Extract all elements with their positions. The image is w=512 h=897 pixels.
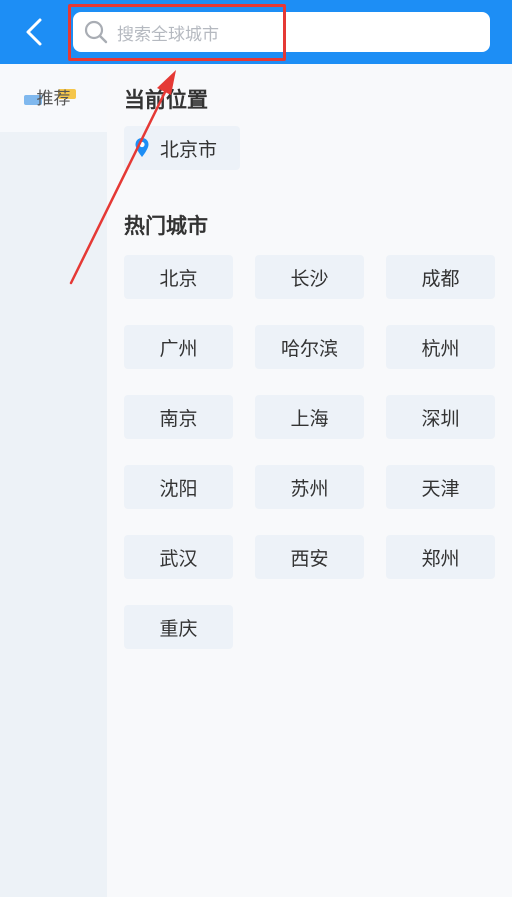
search-icon (84, 20, 108, 44)
city-button[interactable]: 上海 (255, 395, 364, 439)
search-input[interactable]: 搜索全球城市 (73, 12, 490, 52)
city-button[interactable]: 成都 (386, 255, 495, 299)
current-location-title: 当前位置 (124, 88, 208, 112)
chevron-left-icon (26, 18, 42, 46)
city-button[interactable]: 西安 (255, 535, 364, 579)
top-bar: 搜索全球城市 (0, 0, 512, 64)
hot-cities-title: 热门城市 (124, 214, 208, 238)
city-button[interactable]: 长沙 (255, 255, 364, 299)
city-button[interactable]: 深圳 (386, 395, 495, 439)
sidebar-item-recommended[interactable]: 推荐 (0, 64, 107, 132)
location-pin-icon (135, 138, 149, 157)
current-location-chip[interactable]: 北京市 (124, 126, 240, 170)
city-button[interactable]: 天津 (386, 465, 495, 509)
city-button[interactable]: 苏州 (255, 465, 364, 509)
city-button[interactable]: 广州 (124, 325, 233, 369)
search-placeholder: 搜索全球城市 (117, 24, 219, 45)
city-button[interactable]: 杭州 (386, 325, 495, 369)
sidebar-item-label: 推荐 (36, 88, 71, 109)
city-button[interactable]: 重庆 (124, 605, 233, 649)
city-button[interactable]: 沈阳 (124, 465, 233, 509)
city-button[interactable]: 哈尔滨 (255, 325, 364, 369)
sidebar: 推荐 (0, 64, 107, 897)
city-list-panel: 当前位置 北京市 热门城市 北京 长沙 成都 广州 哈尔滨 杭州 南京 上海 深… (107, 64, 512, 897)
back-button[interactable] (12, 12, 56, 52)
city-button[interactable]: 北京 (124, 255, 233, 299)
current-location-city: 北京市 (160, 138, 218, 161)
city-button[interactable]: 郑州 (386, 535, 495, 579)
city-button[interactable]: 武汉 (124, 535, 233, 579)
city-button[interactable]: 南京 (124, 395, 233, 439)
